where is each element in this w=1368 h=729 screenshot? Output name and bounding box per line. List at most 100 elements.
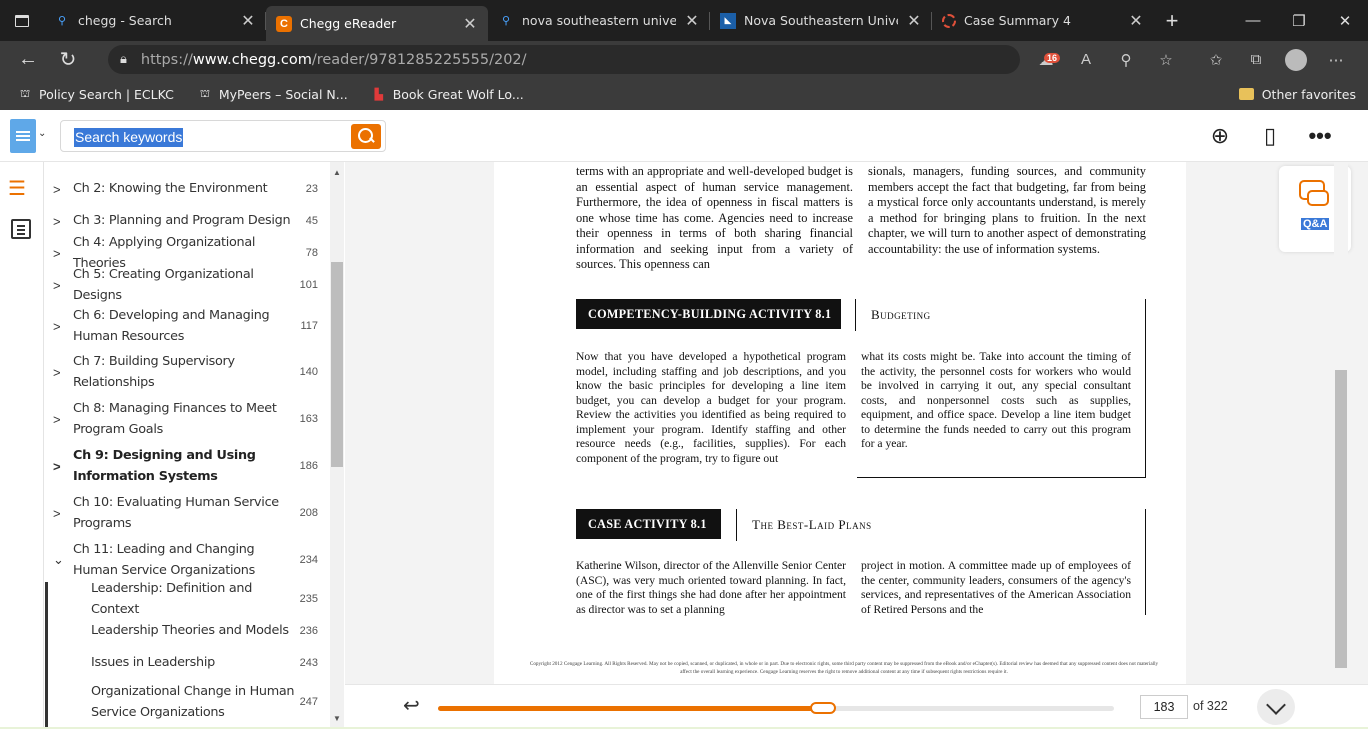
- toc-item[interactable]: > Ch 3: Planning and Program Design 45: [45, 210, 330, 232]
- toc-item[interactable]: > Ch 7: Building Supervisory Relationship…: [45, 350, 330, 394]
- favorite-great-wolf[interactable]: ▙ Book Great Wolf Lo...: [372, 87, 523, 102]
- toc-item[interactable]: > Ch 4: Applying Organizational Theories 7…: [45, 235, 330, 272]
- window-controls: — ❐ ✕: [1230, 0, 1368, 41]
- url-field[interactable]: 🔒︎ https://www.chegg.com/reader/97812852…: [108, 45, 1020, 74]
- toc-page: 140: [299, 366, 318, 378]
- folder-icon: [1238, 88, 1254, 100]
- window-menu-icon[interactable]: [0, 0, 44, 41]
- chat-icon-secondary: [1307, 190, 1329, 206]
- close-tab-icon[interactable]: ✕: [906, 11, 922, 31]
- toc-menu-button[interactable]: [10, 119, 36, 153]
- chevron-right-icon[interactable]: >: [53, 365, 61, 380]
- new-tab-button[interactable]: +: [1154, 0, 1190, 41]
- restore-icon[interactable]: ❐: [1276, 0, 1322, 41]
- profile-avatar[interactable]: [1276, 48, 1316, 71]
- chevron-right-icon[interactable]: >: [53, 319, 61, 334]
- close-tab-icon[interactable]: ✕: [1128, 11, 1144, 31]
- reader-header: ⌄ Search keywords ⊕ ▯ •••: [0, 110, 1368, 162]
- toc-list-icon[interactable]: ☰: [8, 176, 26, 201]
- divider: [1145, 509, 1146, 615]
- read-aloud-icon[interactable]: A: [1066, 51, 1106, 68]
- minimize-icon[interactable]: —: [1230, 0, 1276, 41]
- close-tab-icon[interactable]: ✕: [240, 11, 256, 31]
- tab-nova-university[interactable]: ◣ Nova Southeastern University ✕: [710, 0, 932, 41]
- reading-progress-bar[interactable]: [438, 702, 1114, 714]
- page-number-input[interactable]: 183: [1140, 695, 1188, 719]
- chevron-right-icon[interactable]: >: [53, 412, 61, 427]
- tab-case-summary[interactable]: Case Summary 4 ✕: [932, 0, 1154, 41]
- add-favorite-icon[interactable]: ☆: [1146, 51, 1186, 69]
- toc-label: Ch 3: Planning and Program Design: [73, 213, 291, 229]
- chevron-right-icon[interactable]: >: [53, 278, 61, 293]
- favorites-icon[interactable]: ✩: [1196, 51, 1236, 69]
- chevron-down-icon[interactable]: ⌄: [38, 128, 46, 139]
- divider: [1145, 299, 1146, 478]
- back-arrow-icon[interactable]: ←: [8, 48, 48, 71]
- toc-item[interactable]: > Ch 10: Evaluating Human Service Program…: [45, 491, 330, 535]
- tab-nova-search[interactable]: ⚲ nova southeastern university ✕: [488, 0, 710, 41]
- toc-subitem[interactable]: Organizational Change in Human Service O…: [45, 680, 330, 724]
- scrollbar-thumb[interactable]: [331, 262, 343, 467]
- search-input[interactable]: Search keywords: [74, 128, 184, 147]
- toolbar-icons: ☁16 A ⚲ ☆ ✩ ⧉ ⋯: [1026, 41, 1356, 78]
- toc-item[interactable]: > Ch 5: Creating Organizational Designs 10…: [45, 267, 330, 304]
- chevron-right-icon[interactable]: >: [53, 214, 61, 229]
- notes-icon[interactable]: [11, 219, 31, 239]
- toc-scrollbar[interactable]: ▲ ▼: [330, 162, 344, 729]
- toc-label: Leadership Theories and Models: [91, 623, 289, 639]
- favorite-mypeers[interactable]: ⛫ MyPeers – Social N...: [198, 87, 348, 102]
- chevron-right-icon[interactable]: >: [53, 459, 61, 474]
- chevron-right-icon[interactable]: >: [53, 182, 61, 197]
- toc-label: Ch 5: Creating Organizational Designs: [73, 266, 254, 304]
- zoom-in-icon[interactable]: ⊕: [1208, 123, 1232, 149]
- toc-subitem[interactable]: Issues in Leadership 243: [45, 652, 330, 674]
- tab-chegg-search[interactable]: ⚲ chegg - Search ✕: [44, 0, 266, 41]
- extension-icon[interactable]: ☁16: [1026, 51, 1066, 69]
- page-scrollbar[interactable]: [1334, 162, 1348, 684]
- toc-item-current[interactable]: > Ch 9: Designing and Using Information S…: [45, 444, 330, 488]
- close-tab-icon[interactable]: ✕: [462, 14, 478, 34]
- search-box[interactable]: Search keywords: [60, 120, 386, 152]
- bookmark-icon[interactable]: ▯: [1258, 123, 1282, 149]
- tab-chegg-ereader[interactable]: C Chegg eReader ✕: [266, 6, 488, 41]
- search-button[interactable]: [351, 124, 381, 149]
- case-box-text-right: project in motion. A committee made up o…: [861, 559, 1131, 616]
- go-back-icon[interactable]: ↩: [403, 693, 420, 718]
- toc-label: Ch 10: Evaluating Human Service Programs: [73, 494, 279, 532]
- close-tab-icon[interactable]: ✕: [684, 11, 700, 31]
- collections-icon[interactable]: ⧉: [1236, 51, 1276, 68]
- case-box-title: CASE ACTIVITY 8.1: [576, 509, 721, 539]
- toc-subitem[interactable]: Leadership Theories and Models 236: [45, 620, 330, 642]
- search-icon: ⚲: [501, 15, 511, 27]
- chevron-down-icon[interactable]: ⌄: [53, 552, 64, 568]
- more-options-icon[interactable]: •••: [1308, 123, 1332, 149]
- toc-item-expanded[interactable]: ⌄ Ch 11: Leading and Changing Human Servi…: [45, 538, 330, 582]
- scroll-up-icon[interactable]: ▲: [333, 168, 341, 177]
- toc-page: 78: [305, 247, 318, 259]
- toc-item[interactable]: > Ch 8: Managing Finances to Meet Program…: [45, 397, 330, 441]
- toc-item[interactable]: > Ch 2: Knowing the Environment 23: [45, 178, 330, 200]
- favorite-policy-search[interactable]: ⛫ Policy Search | ECLKC: [18, 87, 174, 102]
- scroll-down-icon[interactable]: ▼: [333, 714, 341, 723]
- other-favorites-label: Other favorites: [1261, 86, 1356, 102]
- refresh-icon[interactable]: ↻: [48, 47, 88, 72]
- toc-subitem[interactable]: Leadership: Definition and Context 235: [45, 581, 330, 618]
- url-path: /reader/9781285225555/202/: [311, 51, 527, 68]
- close-window-icon[interactable]: ✕: [1322, 0, 1368, 41]
- progress-handle[interactable]: [810, 702, 837, 714]
- scrollbar-thumb[interactable]: [1335, 370, 1347, 668]
- more-menu-icon[interactable]: ⋯: [1316, 51, 1356, 69]
- body-text-right: sionals, managers, funding sources, and …: [868, 164, 1146, 256]
- other-favorites[interactable]: Other favorites: [1238, 86, 1356, 102]
- copyright-notice: Copyright 2012 Cengage Learning. All Rig…: [529, 661, 1159, 675]
- toc-item[interactable]: > Ch 6: Developing and Managing Human Res…: [45, 304, 330, 348]
- chevron-right-icon[interactable]: >: [53, 246, 61, 261]
- url-scheme: https://: [140, 51, 193, 68]
- toc-page: 45: [305, 215, 318, 227]
- mypeers-icon: ⛫: [199, 86, 210, 100]
- favorites-bar: ⛫ Policy Search | ECLKC ⛫ MyPeers – Social…: [0, 78, 1368, 110]
- chevron-right-icon[interactable]: >: [53, 506, 61, 521]
- next-page-button[interactable]: [1257, 689, 1295, 725]
- tab-title: chegg - Search: [78, 13, 172, 28]
- zoom-icon[interactable]: ⚲: [1106, 51, 1146, 69]
